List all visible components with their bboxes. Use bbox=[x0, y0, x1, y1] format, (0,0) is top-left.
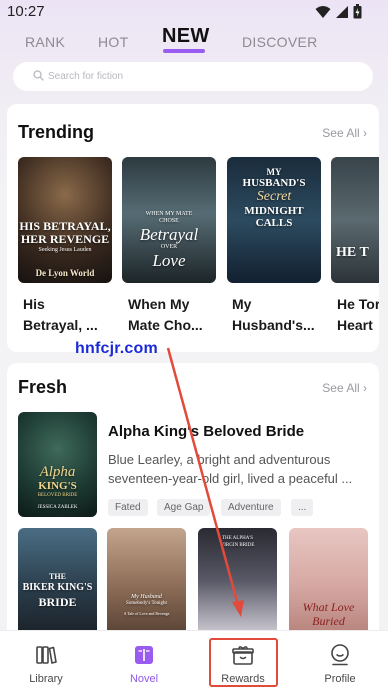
trending-see-all-link[interactable]: See All › bbox=[322, 126, 367, 140]
cover-title-line: HUSBAND'S bbox=[242, 177, 306, 189]
cover-subtitle: Seeking Jesus Lauden bbox=[38, 247, 92, 253]
see-all-label: See All bbox=[322, 126, 360, 140]
book-card-4[interactable]: HE T He Tor Heart bbox=[331, 157, 379, 347]
book-cover-1: HIS BETRAYAL, HER REVENGE Seeking Jesus … bbox=[18, 157, 112, 283]
fresh-title: Fresh bbox=[18, 377, 68, 397]
cover-title-line: THE ALPHA'S bbox=[221, 536, 254, 541]
cover-title-line: What Love bbox=[302, 600, 355, 614]
book-title-line-2: Husband's... bbox=[232, 317, 315, 333]
fresh-book-cover-4[interactable]: What Love Buried bbox=[289, 528, 368, 632]
book-card-1[interactable]: HIS BETRAYAL, HER REVENGE Seeking Jesus … bbox=[18, 157, 112, 347]
book-title-line-1: When My bbox=[128, 296, 190, 312]
cover-title-line: THE bbox=[49, 572, 66, 581]
cover-title-line: KING'S bbox=[38, 480, 77, 492]
cover-author: JESSICA ZABLEK bbox=[37, 505, 78, 510]
cover-author: De Lyon World bbox=[35, 268, 95, 278]
fresh-book-cover-1[interactable]: THE BIKER KING'S BRIDE bbox=[18, 528, 97, 632]
novel-book-icon bbox=[135, 646, 153, 664]
trending-section: Trending See All › HIS BETRAYAL, HER REV… bbox=[7, 104, 379, 352]
cover-title-line: Alpha bbox=[39, 464, 76, 480]
battery-icon bbox=[353, 4, 362, 19]
book-title-line-2: Heart bbox=[337, 317, 373, 333]
book-title-line-2: Mate Cho... bbox=[128, 317, 203, 333]
featured-book-description-line-2: seventeen-year-old girl, lived a peacefu… bbox=[108, 471, 353, 486]
cover-title-line: MIDNIGHT bbox=[244, 205, 304, 217]
cover-title-line: A Tale of Love and Revenge bbox=[123, 611, 170, 616]
tab-rank[interactable]: RANK bbox=[25, 34, 65, 50]
cover-title-line: CALLS bbox=[255, 217, 293, 229]
fresh-book-cover-3[interactable]: THE ALPHA'S VIRGIN BRIDE bbox=[198, 528, 277, 632]
search-bar[interactable]: Search for fiction bbox=[13, 62, 373, 91]
status-time: 10:27 bbox=[7, 3, 45, 20]
nav-label: Novel bbox=[129, 673, 159, 685]
nav-label: Library bbox=[29, 673, 63, 685]
cover-title-line: Buried bbox=[312, 614, 345, 628]
cover-title-line: MY bbox=[266, 167, 282, 177]
library-icon bbox=[36, 646, 57, 664]
nav-novel[interactable]: Novel bbox=[109, 631, 179, 693]
profile-icon bbox=[331, 644, 349, 666]
nav-label: Profile bbox=[324, 673, 356, 685]
cover-title-line: HE T bbox=[336, 245, 369, 260]
book-card-2[interactable]: WHEN MY MATE CHOSE Betrayal OVER Love Wh… bbox=[122, 157, 216, 347]
featured-book-title: Alpha King's Beloved Bride bbox=[108, 423, 305, 440]
chevron-right-icon: › bbox=[363, 126, 367, 140]
cover-title-line: BIKER KING'S bbox=[22, 582, 93, 593]
tab-new[interactable]: NEW bbox=[162, 25, 210, 48]
nav-profile[interactable]: Profile bbox=[305, 631, 375, 693]
search-placeholder: Search for fiction bbox=[48, 71, 124, 82]
wifi-icon bbox=[315, 5, 331, 18]
tag-chip[interactable]: Age Gap bbox=[157, 499, 211, 516]
cover-title-line: VIRGIN BRIDE bbox=[220, 543, 255, 548]
search-icon bbox=[33, 70, 44, 81]
trending-title: Trending bbox=[18, 122, 94, 142]
cover-title-line: Somebody's Tonight bbox=[126, 601, 167, 606]
status-bar: 10:27 bbox=[0, 0, 388, 26]
cover-title-line: OVER bbox=[160, 244, 178, 250]
book-cover-2: WHEN MY MATE CHOSE Betrayal OVER Love bbox=[122, 157, 216, 283]
featured-book-cover: Alpha KING'S BELOVED BRIDE JESSICA ZABLE… bbox=[18, 412, 97, 517]
fresh-see-all-link[interactable]: See All › bbox=[322, 381, 367, 395]
book-title-line-1: My bbox=[232, 296, 252, 312]
watermark-text: hnfcjr.com bbox=[75, 340, 158, 357]
highlight-box bbox=[209, 638, 278, 687]
fresh-book-cover-2[interactable]: My Husband Somebody's Tonight A Tale of … bbox=[107, 528, 186, 632]
signal-icon bbox=[336, 5, 348, 18]
tag-chip[interactable]: ... bbox=[291, 499, 314, 516]
cover-title-line: CHOSE bbox=[159, 218, 179, 224]
bottom-nav: Library Novel Rewards Profile bbox=[0, 630, 388, 693]
cover-subtitle: BELOVED BRIDE bbox=[37, 493, 78, 498]
cover-title-line: BRIDE bbox=[38, 595, 77, 609]
book-title-line-1: His bbox=[23, 296, 45, 312]
nav-library[interactable]: Library bbox=[11, 631, 81, 693]
book-cover-4: HE T bbox=[331, 157, 379, 283]
tag-chip[interactable]: Fated bbox=[108, 499, 148, 516]
cover-title-line: WHEN MY MATE bbox=[145, 211, 193, 217]
book-card-3[interactable]: MY HUSBAND'S Secret MIDNIGHT CALLS My Hu… bbox=[227, 157, 321, 347]
book-title-line-1: He Tor bbox=[337, 296, 379, 312]
status-icons bbox=[315, 4, 362, 19]
cover-title-line: HER REVENGE bbox=[20, 232, 110, 246]
active-tab-indicator bbox=[163, 49, 205, 53]
cover-title-line: Secret bbox=[256, 189, 292, 204]
book-title-line-2: Betrayal, ... bbox=[23, 317, 98, 333]
chevron-right-icon: › bbox=[363, 381, 367, 395]
cover-title-line: My Husband bbox=[131, 594, 162, 600]
see-all-label: See All bbox=[322, 381, 360, 395]
cover-title-line: Love bbox=[152, 251, 186, 270]
tab-hot[interactable]: HOT bbox=[98, 34, 128, 50]
tab-discover[interactable]: DISCOVER bbox=[242, 34, 318, 50]
featured-book-description-line-1: Blue Learley, a bright and adventurous bbox=[108, 452, 331, 467]
tag-chip[interactable]: Adventure bbox=[221, 499, 281, 516]
cover-title-line: Betrayal bbox=[139, 225, 199, 244]
top-tabs: RANK HOT NEW DISCOVER bbox=[0, 25, 388, 58]
book-cover-3: MY HUSBAND'S Secret MIDNIGHT CALLS bbox=[227, 157, 321, 283]
